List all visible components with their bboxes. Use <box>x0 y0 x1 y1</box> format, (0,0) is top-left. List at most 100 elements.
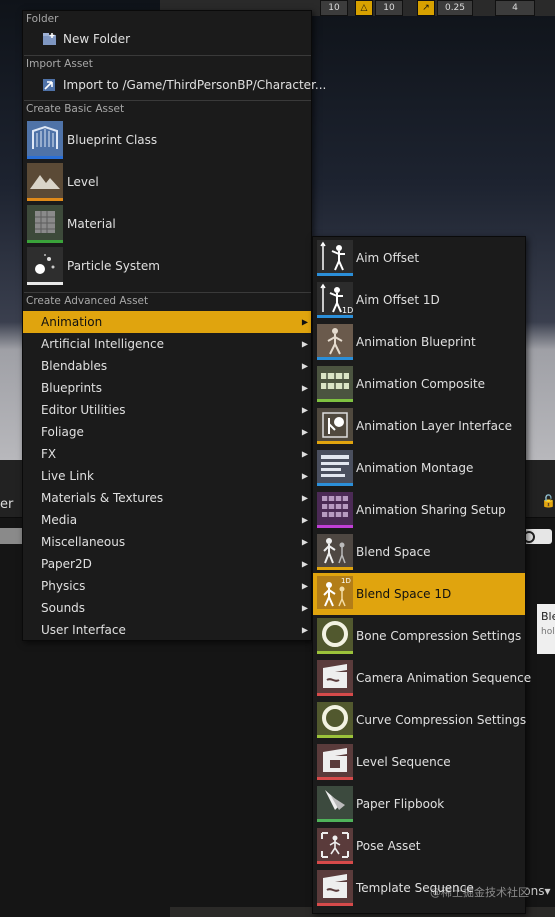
user-interface-label: User Interface <box>41 623 126 637</box>
blendables-label: Blendables <box>41 359 108 373</box>
menu-item-user-interface[interactable]: User Interface ▶ <box>23 619 311 641</box>
import-label: Import to /Game/ThirdPersonBP/Character.… <box>63 78 327 92</box>
menu-item-new-folder[interactable]: New Folder <box>23 29 311 49</box>
chevron-right-icon: ▶ <box>301 427 308 437</box>
blueprint-class-label: Blueprint Class <box>67 133 158 147</box>
grid-snap-value[interactable]: 10 <box>320 0 348 16</box>
menu-item-level[interactable]: Level <box>23 161 311 203</box>
submenu-item-aim-offset-1d[interactable]: 1D Aim Offset 1D <box>313 279 525 321</box>
chevron-right-icon: ▶ <box>301 625 308 635</box>
animation-label: Animation <box>41 315 103 329</box>
submenu-item-paper-flipbook[interactable]: Paper Flipbook <box>313 783 525 825</box>
menu-item-sounds[interactable]: Sounds ▶ <box>23 597 311 619</box>
aim-offset-1d-label: Aim Offset 1D <box>356 293 440 307</box>
submenu-item-animation-composite[interactable]: Animation Composite <box>313 363 525 405</box>
physics-label: Physics <box>41 579 86 593</box>
aim-offset-1d-icon: 1D <box>317 282 353 318</box>
new-folder-label: New Folder <box>63 32 131 46</box>
scale-snap-value[interactable]: 0.25 <box>437 0 473 16</box>
submenu-item-bone-compression-settings[interactable]: Bone Compression Settings <box>313 615 525 657</box>
separator <box>24 100 311 101</box>
menu-item-fx[interactable]: FX ▶ <box>23 443 311 465</box>
section-folder: Folder <box>26 13 59 25</box>
chevron-right-icon: ▶ <box>301 515 308 525</box>
menu-item-blueprints[interactable]: Blueprints ▶ <box>23 377 311 399</box>
menu-item-artificial-intelligence[interactable]: Artificial Intelligence ▶ <box>23 333 311 355</box>
separator <box>24 55 311 56</box>
chevron-right-icon: ▶ <box>301 317 308 327</box>
chevron-right-icon: ▶ <box>301 537 308 547</box>
bone-compression-settings-icon <box>317 618 353 654</box>
submenu-item-camera-animation-sequence[interactable]: Camera Animation Sequence <box>313 657 531 699</box>
submenu-item-animation-blueprint[interactable]: Animation Blueprint <box>313 321 525 363</box>
menu-item-material[interactable]: Material <box>23 203 311 245</box>
blend-space-1d-icon: 1D <box>317 576 353 612</box>
level-sequence-icon <box>317 744 353 780</box>
material-label: Material <box>67 217 116 231</box>
paper2d-label: Paper2D <box>41 557 92 571</box>
animation-blueprint-icon <box>317 324 353 360</box>
scale-snap-icon[interactable]: ↗ <box>417 0 435 16</box>
animation-sharing-setup-icon <box>317 492 353 528</box>
animation-submenu: Aim Offset 1D Aim Offset 1D Animation Bl… <box>312 236 531 914</box>
new-folder-icon <box>43 33 56 45</box>
chevron-right-icon: ▶ <box>301 471 308 481</box>
menu-item-particle-system[interactable]: Particle System <box>23 245 311 287</box>
add-button[interactable] <box>0 528 22 544</box>
section-basic: Create Basic Asset <box>26 103 125 115</box>
menu-item-materials-textures[interactable]: Materials & Textures ▶ <box>23 487 311 509</box>
menu-item-miscellaneous[interactable]: Miscellaneous ▶ <box>23 531 311 553</box>
camera-animation-sequence-label: Camera Animation Sequence <box>356 671 532 685</box>
submenu-item-blend-space[interactable]: Blend Space <box>313 531 525 573</box>
blueprint-class-icon <box>27 121 63 159</box>
rotation-snap-value[interactable]: 10 <box>375 0 403 16</box>
submenu-item-animation-montage[interactable]: Animation Montage <box>313 447 525 489</box>
particle-system-label: Particle System <box>67 259 160 273</box>
submenu-item-aim-offset[interactable]: Aim Offset <box>313 237 525 279</box>
menu-item-import[interactable]: Import to /Game/ThirdPersonBP/Character.… <box>23 75 326 95</box>
blend-space-label: Blend Space <box>356 545 431 559</box>
menu-item-physics[interactable]: Physics ▶ <box>23 575 311 597</box>
separator <box>24 292 311 293</box>
animation-composite-label: Animation Composite <box>356 377 486 391</box>
rotation-snap-icon[interactable]: △ <box>355 0 373 16</box>
menu-item-live-link[interactable]: Live Link ▶ <box>23 465 311 487</box>
chevron-right-icon: ▶ <box>301 361 308 371</box>
template-sequence-icon <box>317 870 353 906</box>
paper-flipbook-label: Paper Flipbook <box>356 797 445 811</box>
lock-icon[interactable]: 🔓 <box>541 494 555 508</box>
menu-item-paper2d[interactable]: Paper2D ▶ <box>23 553 311 575</box>
submenu-item-curve-compression-settings[interactable]: Curve Compression Settings <box>313 699 527 741</box>
menu-item-editor-utilities[interactable]: Editor Utilities ▶ <box>23 399 311 421</box>
chevron-right-icon: ▶ <box>301 493 308 503</box>
curve-compression-settings-label: Curve Compression Settings <box>356 713 527 727</box>
chevron-right-icon: ▶ <box>301 449 308 459</box>
submenu-item-blend-space-1d[interactable]: 1D Blend Space 1D <box>313 573 525 615</box>
media-label: Media <box>41 513 78 527</box>
fx-label: FX <box>41 447 57 461</box>
menu-item-blueprint-class[interactable]: Blueprint Class <box>23 119 311 161</box>
menu-item-blendables[interactable]: Blendables ▶ <box>23 355 311 377</box>
submenu-item-animation-sharing-setup[interactable]: Animation Sharing Setup <box>313 489 525 531</box>
animation-layer-interface-label: Animation Layer Interface <box>356 419 512 433</box>
pose-asset-label: Pose Asset <box>356 839 421 853</box>
submenu-item-pose-asset[interactable]: Pose Asset <box>313 825 525 867</box>
editor-utilities-label: Editor Utilities <box>41 403 126 417</box>
aim-offset-icon <box>317 240 353 276</box>
tooltip-title: Ble <box>541 610 555 623</box>
panel-title: er <box>0 497 14 512</box>
camera-speed-value[interactable]: 4 <box>495 0 535 16</box>
asset-tooltip: Ble hol <box>537 604 555 654</box>
animation-layer-interface-icon <box>317 408 353 444</box>
level-sequence-label: Level Sequence <box>356 755 451 769</box>
submenu-item-level-sequence[interactable]: Level Sequence <box>313 741 525 783</box>
menu-item-media[interactable]: Media ▶ <box>23 509 311 531</box>
submenu-item-animation-layer-interface[interactable]: Animation Layer Interface <box>313 405 525 447</box>
menu-item-foliage[interactable]: Foliage ▶ <box>23 421 311 443</box>
chevron-right-icon: ▶ <box>301 339 308 349</box>
menu-item-animation[interactable]: Animation ▶ <box>23 311 311 333</box>
level-icon <box>27 163 63 201</box>
add-new-context-menu: Folder New Folder Import Asset Import to… <box>22 10 326 641</box>
materials-textures-label: Materials & Textures <box>41 491 164 505</box>
ai-label: Artificial Intelligence <box>41 337 164 351</box>
